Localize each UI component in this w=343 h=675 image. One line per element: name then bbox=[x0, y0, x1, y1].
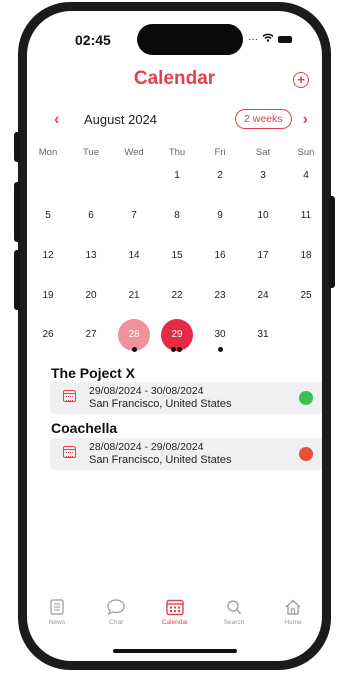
weekday-label: Tue bbox=[82, 147, 100, 158]
status-indicator bbox=[299, 391, 313, 405]
action-button bbox=[14, 132, 20, 162]
tab-chat[interactable]: Chat bbox=[91, 596, 141, 626]
volume-up-button bbox=[14, 182, 20, 242]
battery-icon bbox=[278, 35, 292, 43]
tab-label: Search bbox=[223, 619, 245, 626]
tab-home[interactable]: Home bbox=[268, 596, 318, 626]
calendar-day[interactable]: 14 bbox=[119, 250, 149, 261]
calendar-icon bbox=[150, 596, 200, 618]
calendar-day[interactable]: 11 bbox=[291, 210, 321, 221]
tab-search[interactable]: Search bbox=[209, 596, 259, 626]
status-time: 02:45 bbox=[75, 32, 111, 48]
status-indicator bbox=[299, 447, 313, 461]
calendar-day[interactable]: 8 bbox=[162, 210, 192, 221]
event-dot bbox=[131, 347, 137, 352]
event-dates: 28/08/2024 - 29/08/2024 bbox=[89, 441, 204, 453]
calendar-day[interactable]: 21 bbox=[119, 290, 149, 301]
event-dot bbox=[170, 347, 176, 352]
calendar-day[interactable]: 10 bbox=[248, 210, 278, 221]
calendar-icon bbox=[63, 390, 76, 402]
event-dot bbox=[176, 347, 182, 352]
event-dates: 29/08/2024 - 30/08/2024 bbox=[89, 385, 204, 397]
calendar-day[interactable]: 1 bbox=[162, 170, 192, 181]
weekday-label: Wed bbox=[124, 147, 144, 158]
calendar-day[interactable]: 26 bbox=[33, 329, 63, 340]
tab-label: News bbox=[48, 619, 66, 626]
home-icon bbox=[268, 596, 318, 618]
month-label: August 2024 bbox=[84, 112, 158, 127]
page-title: Calendar bbox=[133, 68, 216, 89]
calendar-day[interactable]: 7 bbox=[119, 210, 149, 221]
volume-down-button bbox=[14, 250, 20, 310]
event-dot bbox=[217, 347, 223, 352]
calendar-day[interactable]: 6 bbox=[76, 210, 106, 221]
tab-label: Chat bbox=[109, 619, 123, 626]
add-event-button[interactable]: + bbox=[293, 72, 309, 88]
tab-bar: News Chat Calendar Search Home bbox=[27, 596, 322, 634]
plus-circle-icon: + bbox=[297, 72, 305, 87]
calendar-day[interactable]: 30 bbox=[205, 329, 235, 340]
tab-news[interactable]: News bbox=[32, 596, 82, 626]
calendar-day[interactable]: 19 bbox=[33, 290, 63, 301]
calendar-day[interactable]: 31 bbox=[248, 329, 278, 340]
screen: 02:45 ··· Calendar + ‹ August 2024 2 wee… bbox=[27, 11, 322, 661]
weekday-label: Fri bbox=[214, 147, 226, 158]
calendar-day[interactable]: 23 bbox=[205, 290, 235, 301]
weekday-header: Mon Tue Wed Thu Fri Sat Sun bbox=[27, 147, 322, 161]
event-card[interactable]: 28/08/2024 - 29/08/2024 San Francisco, U… bbox=[50, 438, 322, 470]
event-location: San Francisco, United States bbox=[89, 398, 232, 410]
newspaper-icon bbox=[32, 596, 82, 618]
calendar-day[interactable]: 9 bbox=[205, 210, 235, 221]
calendar-day[interactable]: 5 bbox=[33, 210, 63, 221]
chevron-right-icon[interactable]: › bbox=[303, 111, 308, 129]
tab-label: Home bbox=[284, 619, 302, 626]
weekday-label: Mon bbox=[38, 147, 58, 158]
tab-calendar[interactable]: Calendar bbox=[150, 596, 200, 626]
calendar-day[interactable]: 27 bbox=[76, 329, 106, 340]
calendar-day[interactable]: 15 bbox=[162, 250, 192, 261]
calendar-day[interactable]: 12 bbox=[33, 250, 63, 261]
calendar-day[interactable]: 17 bbox=[248, 250, 278, 261]
calendar-day[interactable]: 18 bbox=[291, 250, 321, 261]
side-button bbox=[329, 196, 335, 288]
status-icons: ··· bbox=[248, 33, 292, 45]
calendar-day[interactable]: 25 bbox=[291, 290, 321, 301]
calendar-day[interactable]: 4 bbox=[291, 170, 321, 181]
home-indicator[interactable] bbox=[113, 649, 237, 653]
wifi-icon bbox=[262, 33, 274, 45]
event-card[interactable]: 29/08/2024 - 30/08/2024 San Francisco, U… bbox=[50, 382, 322, 414]
tab-label: Calendar bbox=[161, 619, 189, 626]
dynamic-island bbox=[137, 24, 243, 55]
calendar-day[interactable]: 22 bbox=[162, 290, 192, 301]
calendar-day[interactable]: 24 bbox=[248, 290, 278, 301]
calendar-day[interactable]: 2 bbox=[205, 170, 235, 181]
month-navigation: ‹ August 2024 2 weeks › bbox=[27, 109, 322, 133]
calendar-day[interactable]: 16 bbox=[205, 250, 235, 261]
phone-frame: 02:45 ··· Calendar + ‹ August 2024 2 wee… bbox=[18, 2, 331, 670]
calendar-day[interactable]: 20 bbox=[76, 290, 106, 301]
weekday-label: Thu bbox=[168, 147, 186, 158]
weekday-label: Sat bbox=[255, 147, 271, 158]
event-title: Coachella bbox=[51, 420, 118, 436]
signal-dots-icon: ··· bbox=[248, 33, 258, 45]
calendar-day[interactable]: 3 bbox=[248, 170, 278, 181]
calendar-day-selected[interactable]: 29 bbox=[161, 319, 193, 351]
event-title: The Poject X bbox=[51, 365, 136, 381]
calendar-day[interactable]: 13 bbox=[76, 250, 106, 261]
calendar-icon bbox=[63, 446, 76, 458]
weekday-label: Sun bbox=[297, 147, 315, 158]
search-icon bbox=[209, 596, 259, 618]
view-toggle-button[interactable]: 2 weeks bbox=[235, 109, 292, 129]
chat-bubble-icon bbox=[91, 596, 141, 618]
chevron-left-icon[interactable]: ‹ bbox=[54, 111, 59, 129]
event-location: San Francisco, United States bbox=[89, 454, 232, 466]
